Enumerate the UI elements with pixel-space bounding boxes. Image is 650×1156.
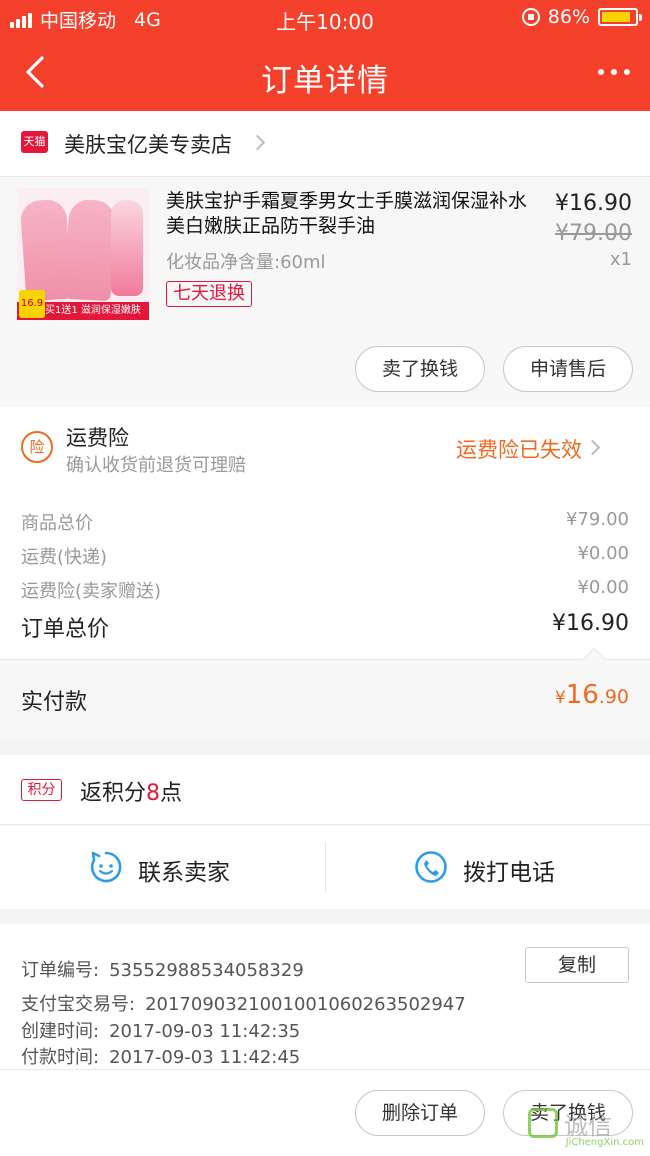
page-title: 订单详情 <box>261 63 389 99</box>
price-summary: 商品总价 ¥79.00 运费(快递) ¥0.00 运费险(卖家赠送) ¥0.00… <box>0 487 650 659</box>
chat-face-icon <box>90 851 122 883</box>
tmall-badge: 天猫 <box>21 131 48 153</box>
summary-label: 运费险(卖家赠送) <box>21 581 162 602</box>
alipay-trade-row: 支付宝交易号: 2017090321001001060263502947 <box>21 994 466 1015</box>
return-policy-tag: 七天退换 <box>166 281 252 307</box>
insurance-status: 运费险已失效 <box>456 438 582 462</box>
tube-image <box>64 198 116 302</box>
summary-label: 商品总价 <box>21 513 93 534</box>
summary-value: ¥0.00 <box>577 577 629 598</box>
battery-percent: 86% <box>547 6 590 28</box>
delete-order-button[interactable]: 删除订单 <box>355 1090 485 1136</box>
order-number-row: 订单编号: 53552988534058329 <box>21 960 304 981</box>
store-name: 美肤宝亿美专卖店 <box>64 133 232 157</box>
orientation-lock-icon <box>521 8 540 26</box>
thumb-price: 16.9 <box>19 290 45 318</box>
copy-button[interactable]: 复制 <box>525 947 629 983</box>
summary-label: 运费(快递) <box>21 547 108 568</box>
product-spec: 化妆品净含量:60ml <box>166 252 326 273</box>
watermark-icon <box>528 1108 558 1138</box>
summary-row: 运费(快递) ¥0.00 <box>21 543 629 569</box>
actual-payment-row: 实付款 ¥16.90 <box>0 647 650 740</box>
contact-seller-button[interactable]: 联系卖家 <box>0 826 325 909</box>
shipping-insurance-row[interactable]: 险 运费险 确认收货前退货可理赔 运费险已失效 <box>0 407 650 487</box>
product-original-price: ¥79.00 <box>555 221 632 246</box>
battery-icon <box>598 8 642 26</box>
insurance-subtitle: 确认收货前退货可理赔 <box>66 455 246 476</box>
actual-payment-label: 实付款 <box>21 690 88 715</box>
call-phone-button[interactable]: 拨打电话 <box>325 826 650 909</box>
after-sale-button[interactable]: 申请售后 <box>503 346 633 392</box>
order-total-row: 订单总价 ¥16.90 <box>21 611 629 643</box>
summary-row: 商品总价 ¥79.00 <box>21 509 629 535</box>
bottom-action-bar: 删除订单 卖了换钱 诚信 JiChengXin.com <box>0 1069 650 1156</box>
product-card[interactable]: 买1送1 滋润保湿嫩肤 16.9 美肤宝护手霜夏季男女士手膜滋润保湿补水美白嫩肤… <box>0 177 650 407</box>
order-info: 订单编号: 53552988534058329 复制 支付宝交易号: 2017090… <box>0 924 650 1069</box>
chevron-right-icon <box>249 134 266 151</box>
points-text: 返积分8点 <box>80 781 183 806</box>
created-time-row: 创建时间: 2017-09-03 11:42:35 <box>21 1021 301 1042</box>
insurance-icon: 险 <box>21 431 53 463</box>
product-price: ¥16.90 <box>555 191 632 216</box>
product-title: 美肤宝护手霜夏季男女士手膜滋润保湿补水美白嫩肤正品防干裂手油 <box>166 190 528 237</box>
phone-icon <box>415 851 447 883</box>
store-row[interactable]: 天猫 美肤宝亿美专卖店 <box>0 111 650 177</box>
nav-bar: 订单详情 <box>0 36 650 111</box>
insurance-title: 运费险 <box>66 426 129 450</box>
summary-value: ¥0.00 <box>577 543 629 564</box>
status-bar: 中国移动 4G 上午10:00 86% <box>0 0 650 36</box>
app-header: 中国移动 4G 上午10:00 86% 订单详情 <box>0 0 650 111</box>
contact-seller-label: 联系卖家 <box>138 860 230 886</box>
bottle-image <box>111 200 143 296</box>
paid-time-row: 付款时间: 2017-09-03 11:42:45 <box>21 1047 301 1068</box>
actual-payment-value: ¥16.90 <box>554 680 629 710</box>
more-icon[interactable] <box>598 69 630 75</box>
order-total-value: ¥16.90 <box>552 611 629 636</box>
product-thumbnail: 买1送1 滋润保湿嫩肤 16.9 <box>17 188 149 320</box>
points-row: 积分 返积分8点 <box>0 755 650 825</box>
product-quantity: x1 <box>609 249 632 270</box>
watermark-logo: 诚信 JiChengXin.com <box>528 1104 646 1148</box>
summary-value: ¥79.00 <box>566 509 629 530</box>
chevron-right-icon <box>584 439 601 456</box>
sell-button[interactable]: 卖了换钱 <box>355 346 485 392</box>
call-phone-label: 拨打电话 <box>463 860 555 886</box>
points-badge: 积分 <box>21 779 62 801</box>
contact-bar: 联系卖家 拨打电话 <box>0 826 650 909</box>
order-total-label: 订单总价 <box>21 617 110 642</box>
summary-row: 运费险(卖家赠送) ¥0.00 <box>21 577 629 603</box>
